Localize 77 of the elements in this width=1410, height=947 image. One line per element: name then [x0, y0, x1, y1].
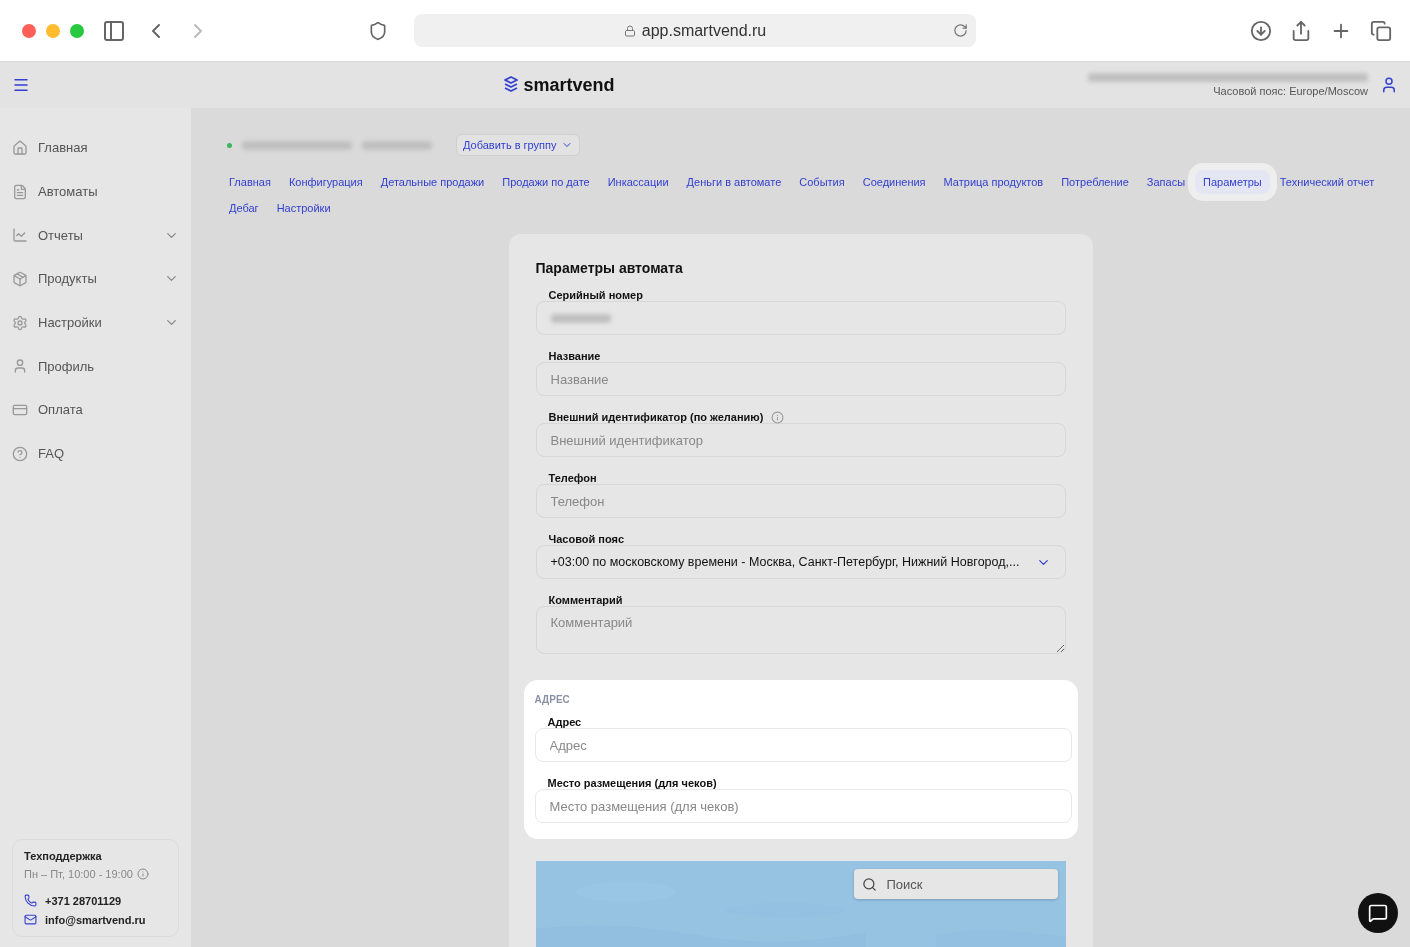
url-text: app.smartvend.ru [641, 21, 767, 40]
document-icon [12, 183, 28, 200]
blurred-text [362, 140, 432, 150]
tab[interactable]: Технический отчет [1271, 170, 1383, 194]
field-label: Внешний идентификатор (по желанию) [548, 410, 764, 424]
sidebar-item[interactable]: Автоматы [12, 169, 179, 214]
input-field[interactable]: Место размещения (для чеков) [534, 789, 1072, 823]
timezone-select[interactable]: +03:00 по московскому времени - Москва, Санкт-Петербург, Нижний Новгород,... [535, 545, 1066, 579]
reload-icon[interactable] [953, 23, 968, 38]
input-field[interactable]: Название [535, 362, 1066, 396]
tab[interactable]: Соединения [854, 170, 934, 194]
tab[interactable]: Главная [221, 170, 279, 194]
download-icon[interactable] [1250, 19, 1272, 42]
add-to-group-button[interactable]: Добавить в группу [456, 134, 580, 156]
chart-icon [12, 227, 28, 244]
address-bar[interactable]: app.smartvend.ru [414, 14, 976, 47]
lock-icon [623, 24, 636, 37]
search-icon [861, 876, 877, 892]
support-hours: Пн – Пт, 10:00 - 19:00 [24, 868, 133, 880]
field-label: Комментарий [548, 593, 623, 607]
phone-icon [24, 894, 37, 907]
field-label: Серийный номер [548, 288, 643, 302]
phone-link[interactable]: +371 28701129 [24, 894, 167, 907]
sidebar-item[interactable]: Профиль [12, 344, 179, 389]
box-icon [12, 270, 28, 287]
field-label: Название [548, 349, 601, 363]
comment-field[interactable]: Комментарий [535, 606, 1066, 654]
tab[interactable]: Инкассации [599, 170, 677, 194]
card-title: Параметры автомата [535, 260, 684, 276]
field-label: Адрес [547, 715, 582, 729]
chat-button[interactable] [1358, 893, 1398, 933]
section-title: АДРЕС [534, 694, 571, 705]
logo-icon [503, 76, 520, 94]
serial-field[interactable] [535, 301, 1066, 335]
input-field[interactable]: Внешний идентификатор [535, 423, 1066, 457]
menu-icon[interactable] [12, 76, 30, 94]
user-icon [12, 358, 28, 375]
sidebar-item[interactable]: Оплата [12, 388, 179, 432]
chat-icon [1368, 903, 1388, 923]
tab[interactable]: Дебаг [221, 196, 267, 220]
input-field[interactable]: Телефон [535, 484, 1066, 518]
mail-icon [24, 913, 37, 926]
close-button[interactable] [22, 23, 36, 38]
blurred-text [550, 313, 611, 323]
tab[interactable]: Матрица продуктов [935, 170, 1052, 194]
tab[interactable]: События [791, 170, 853, 194]
shield-icon[interactable] [368, 20, 388, 41]
map-search-field[interactable]: Поиск [853, 869, 1058, 899]
sidebar-toggle-icon[interactable] [102, 18, 126, 43]
input-field[interactable]: Адрес [534, 728, 1072, 762]
sidebar-item[interactable]: Настройки [12, 300, 179, 345]
field-label: Часовой пояс [548, 532, 625, 546]
tab[interactable]: Продажи по дате [494, 170, 598, 194]
tab[interactable]: Настройки [268, 196, 339, 220]
field-label: Место размещения (для чеков) [547, 776, 717, 790]
sidebar-item[interactable]: Главная [12, 126, 179, 170]
user-icon[interactable] [1380, 76, 1398, 94]
tab[interactable]: Запасы [1138, 170, 1194, 194]
timezone-text: Часовой пояс: Europe/Moscow [1213, 85, 1368, 97]
tab[interactable]: Потребление [1053, 170, 1137, 194]
support-title: Техподдержка [24, 850, 103, 862]
search-input[interactable]: Поиск [884, 869, 1050, 899]
sidebar-item[interactable]: FAQ [12, 431, 179, 476]
sidebar-item[interactable]: Отчеты [12, 213, 179, 258]
tab[interactable]: Конфигурация [280, 170, 371, 194]
help-icon [12, 445, 28, 462]
logo-text: smartvend [523, 74, 615, 96]
home-icon [12, 139, 28, 156]
info-icon [136, 868, 149, 880]
sidebar-item[interactable]: Продукты [12, 257, 179, 301]
tab[interactable]: Деньги в автомате [678, 170, 790, 194]
field-label: Телефон [548, 471, 597, 485]
tabs-icon[interactable] [1370, 19, 1392, 42]
tab[interactable]: Детальные продажи [372, 170, 493, 194]
settings-icon [12, 314, 28, 331]
email-link[interactable]: info@smartvend.ru [24, 913, 167, 926]
share-icon[interactable] [1290, 19, 1312, 42]
